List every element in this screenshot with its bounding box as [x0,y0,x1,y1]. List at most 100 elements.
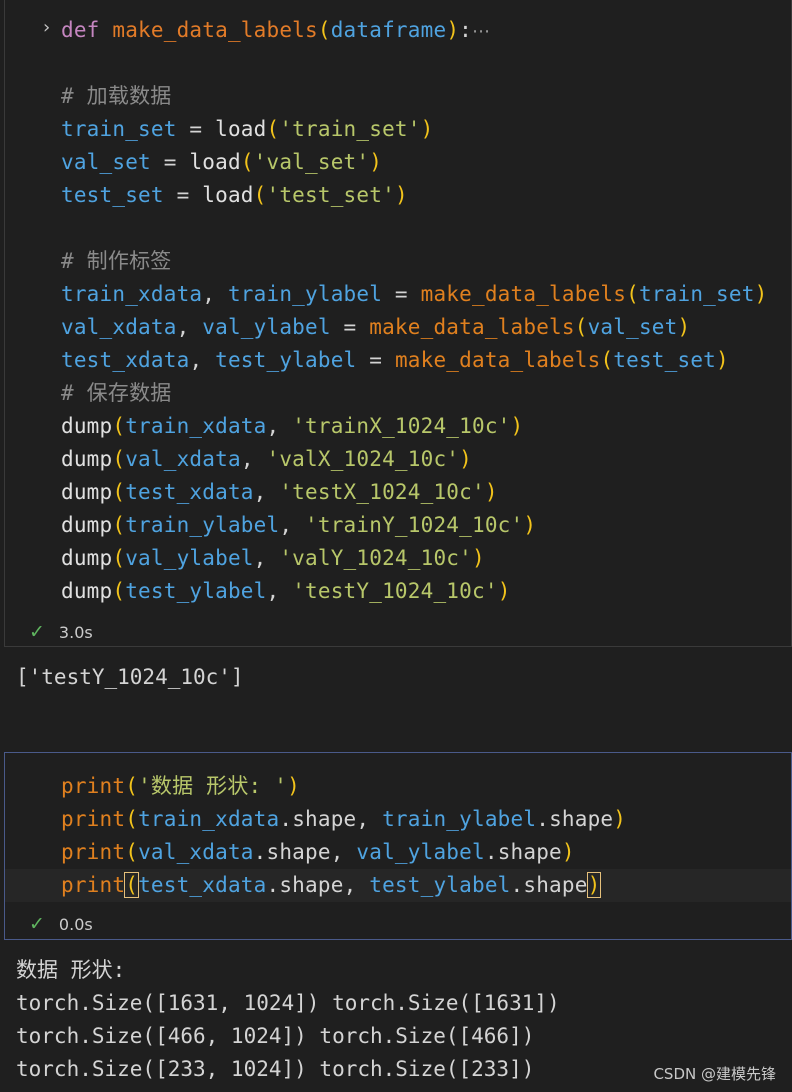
string-arg: 'trainY_1024_10c' [305,513,524,537]
code-line-print-shape[interactable]: print(test_xdata.shape, test_ylabel.shap… [61,869,602,902]
folded-ellipsis[interactable]: ⋯ [472,21,490,42]
operator: = [382,282,421,306]
function-call: make_data_labels [394,348,601,372]
variable-arg: val_set [587,315,678,339]
code-line-load[interactable]: train_set = load('train_set') [61,113,433,146]
variable: train_xdata [61,282,203,306]
code-line-load[interactable]: val_set = load('val_set') [61,146,382,179]
function-call: print [61,840,126,864]
code-line-labels[interactable]: train_xdata, train_ylabel = make_data_la… [61,278,767,311]
paren: ) [497,579,511,603]
code-line-print-shape[interactable]: print(val_xdata.shape, val_ylabel.shape) [61,836,575,869]
variable-arg: val_xdata [125,447,241,471]
paren: ( [112,447,126,471]
paren: ( [317,18,331,42]
code-line-dump[interactable]: dump(train_ylabel, 'trainY_1024_10c') [61,509,536,542]
comment-save: # 保存数据 [61,381,172,405]
code-line-labels[interactable]: val_xdata, val_ylabel = make_data_labels… [61,311,690,344]
folded-def-line[interactable]: def make_data_labels(dataframe):⋯ [61,14,490,47]
variable-arg: test_set [613,348,717,372]
function-name: make_data_labels [112,18,318,42]
function-call: make_data_labels [369,315,575,339]
variable: train_ylabel [227,282,383,306]
paren: ) [716,348,729,372]
cell-2-output-line: torch.Size([233, 1024]) torch.Size([233]… [16,1057,535,1081]
function-call: dump [61,447,113,471]
function-call: dump [61,546,113,570]
variable-arg: train_xdata [125,414,267,438]
paren: ( [112,480,126,504]
paren: ) [287,774,300,798]
comma: , [279,513,306,537]
dot: . [536,807,550,831]
variable: val_ylabel [356,840,485,864]
code-line-dump[interactable]: dump(test_ylabel, 'testY_1024_10c') [61,575,511,608]
variable: test_set [61,183,164,207]
cell-2-output-line: 数据 形状: [16,958,126,982]
comma: , [253,546,280,570]
comma: , [189,348,216,372]
colon: : [459,18,472,42]
comma: , [266,579,293,603]
attribute: shape [279,873,344,897]
variable: train_ylabel [382,807,537,831]
dot: . [253,840,267,864]
paren: ) [446,18,460,42]
code-line-dump[interactable]: dump(val_ylabel, 'valY_1024_10c') [61,542,485,575]
attribute: shape [549,807,614,831]
code-line-dump[interactable]: dump(test_xdata, 'testX_1024_10c') [61,476,498,509]
code-line-print-shape[interactable]: print(train_xdata.shape, train_ylabel.sh… [61,803,626,836]
dot: . [279,807,293,831]
function-call: print [61,807,126,831]
string-arg: 'valX_1024_10c' [266,447,460,471]
operator: = [176,117,216,141]
comma: , [356,807,383,831]
paren: ) [677,315,691,339]
paren: ( [266,117,280,141]
chevron-right-icon[interactable]: › [43,17,50,38]
code-cell-1[interactable]: › def make_data_labels(dataframe):⋯ # 加载… [4,0,792,647]
function-call: print [61,873,126,897]
paren: ( [124,872,140,898]
comma: , [176,315,203,339]
paren: ( [253,183,267,207]
param: dataframe [330,18,447,42]
variable-arg: train_ylabel [125,513,280,537]
variable: test_xdata [138,873,267,897]
variable: train_xdata [138,807,280,831]
variable-arg: test_ylabel [125,579,267,603]
code-line-labels[interactable]: test_xdata, test_ylabel = make_data_labe… [61,344,729,377]
paren: ) [420,117,434,141]
string-arg: 'testX_1024_10c' [279,480,485,504]
comment-load: # 加载数据 [61,84,172,108]
paren: ( [112,513,126,537]
code-cell-2[interactable]: print('数据 形状: ') print(train_xdata.shape,… [4,752,792,940]
code-line-load[interactable]: test_set = load('test_set') [61,179,408,212]
paren: ) [394,183,408,207]
variable: val_ylabel [202,315,331,339]
attribute: shape [523,873,588,897]
paren: ( [600,348,614,372]
cell-status: ✓ 3.0s [29,621,93,643]
variable: train_set [61,117,177,141]
code-line-print-title[interactable]: print('数据 形状: ') [61,770,300,803]
code-line-dump[interactable]: dump(train_xdata, 'trainX_1024_10c') [61,410,523,443]
code-line-dump[interactable]: dump(val_xdata, 'valX_1024_10c') [61,443,472,476]
variable: test_ylabel [369,873,511,897]
function-call: load [202,183,254,207]
check-icon: ✓ [29,913,45,935]
variable-arg: train_set [638,282,755,306]
cell-2-output-line: torch.Size([1631, 1024]) torch.Size([163… [16,991,560,1015]
paren: ) [459,447,472,471]
paren: ( [112,414,126,438]
string-arg: 'train_set' [279,117,421,141]
function-call: load [215,117,267,141]
comment-labels: # 制作标签 [61,249,172,273]
variable-arg: val_ylabel [125,546,254,570]
paren: ) [613,807,627,831]
operator: = [163,183,203,207]
attribute: shape [497,840,562,864]
check-icon: ✓ [29,621,45,643]
paren: ( [112,579,126,603]
string-arg: 'test_set' [266,183,395,207]
